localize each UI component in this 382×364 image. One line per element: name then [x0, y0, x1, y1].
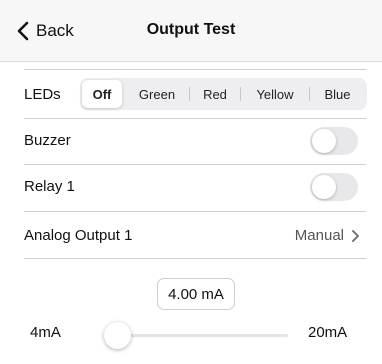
buzzer-label: Buzzer — [24, 132, 71, 149]
led-option-off[interactable]: Off — [82, 80, 122, 108]
analog-output-1-label: Analog Output 1 — [24, 227, 133, 244]
divider — [24, 69, 366, 70]
slider-max-label: 20mA — [308, 324, 348, 341]
toggle-knob — [312, 175, 336, 199]
relay-1-toggle[interactable] — [310, 173, 358, 201]
analog-output-slider[interactable] — [104, 322, 288, 349]
page-title: Output Test — [146, 21, 236, 38]
divider — [24, 164, 366, 165]
divider — [24, 258, 366, 259]
divider — [24, 211, 366, 212]
led-option-blue[interactable]: Blue — [310, 80, 365, 108]
analog-output-1-mode-value: Manual — [294, 227, 344, 244]
chevron-right-icon — [352, 229, 359, 242]
buzzer-toggle[interactable] — [310, 127, 358, 155]
led-option-yellow[interactable]: Yellow — [241, 80, 309, 108]
slider-thumb[interactable] — [104, 322, 131, 349]
divider — [24, 118, 366, 119]
relay-1-label: Relay 1 — [24, 178, 75, 195]
navigation-bar: Back Output Test — [0, 0, 382, 62]
slider-min-label: 4mA — [30, 324, 61, 341]
analog-output-1-mode-selector[interactable]: Manual — [295, 227, 360, 244]
led-option-red[interactable]: Red — [190, 80, 240, 108]
analog-value-display: 4.00 mA — [157, 278, 235, 310]
led-option-green[interactable]: Green — [125, 80, 189, 108]
leds-label: LEDs — [24, 86, 61, 103]
toggle-knob — [312, 129, 336, 153]
led-color-segmented-control[interactable]: Off Green Red Yellow Blue — [80, 78, 367, 110]
